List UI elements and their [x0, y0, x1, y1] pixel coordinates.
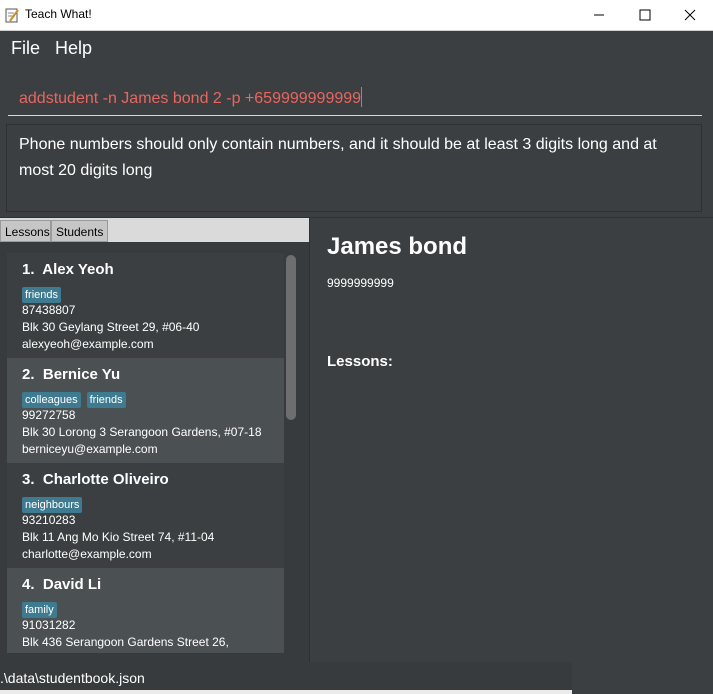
- window-title: Teach What!: [25, 7, 92, 21]
- tag-list: colleagues friends: [22, 388, 132, 408]
- student-name: 3. Charlotte Oliveiro: [22, 471, 169, 488]
- minimize-button[interactable]: [576, 0, 622, 30]
- student-name: 4. David Li: [22, 576, 102, 593]
- tab-students[interactable]: Students: [51, 220, 108, 242]
- student-address: Blk 30 Geylang Street 29, #06-40: [22, 320, 200, 334]
- notepad-pencil-icon: [5, 8, 19, 23]
- tag-list: friends: [22, 283, 67, 303]
- maximize-icon: [639, 9, 651, 21]
- title-bar: Teach What!: [0, 0, 713, 31]
- student-list[interactable]: 1. Alex Yeoh friends 87438807 Blk 30 Gey…: [7, 253, 284, 653]
- student-address: Blk 436 Serangoon Gardens Street 26,: [22, 635, 229, 649]
- student-detail-panel: James bond 9999999999 Lessons:: [310, 218, 713, 662]
- menu-file[interactable]: File: [11, 38, 40, 59]
- tag: neighbours: [22, 497, 83, 513]
- tag-list: neighbours: [22, 493, 88, 513]
- result-display: Phone numbers should only contain number…: [6, 124, 702, 212]
- window-bottom-edge: [0, 690, 572, 694]
- tab-lessons[interactable]: Lessons: [0, 220, 51, 242]
- student-phone: 91031282: [22, 618, 76, 632]
- student-email: berniceyu@example.com: [22, 442, 158, 456]
- tag: friends: [22, 287, 62, 303]
- detail-name: James bond: [327, 233, 468, 260]
- student-phone: 93210283: [22, 513, 76, 527]
- student-name: 2. Bernice Yu: [22, 366, 121, 383]
- command-box: addstudent -n James bond 2 -p +659999999…: [0, 66, 713, 118]
- command-input[interactable]: addstudent -n James bond 2 -p +659999999…: [8, 72, 702, 116]
- student-address: Blk 30 Lorong 3 Serangoon Gardens, #07-1…: [22, 425, 262, 439]
- text-caret: [361, 87, 363, 107]
- student-email: alexyeoh@example.com: [22, 337, 154, 351]
- student-name: 1. Alex Yeoh: [22, 261, 114, 278]
- tag-list: family: [22, 598, 63, 618]
- tag: friends: [86, 392, 126, 408]
- student-email: charlotte@example.com: [22, 547, 152, 561]
- maximize-button[interactable]: [622, 0, 668, 30]
- student-address: Blk 11 Ang Mo Kio Street 74, #11-04: [22, 530, 215, 544]
- list-scrollbar[interactable]: [286, 255, 296, 420]
- menu-help[interactable]: Help: [55, 38, 92, 59]
- close-icon: [684, 9, 696, 21]
- minimize-icon: [594, 14, 604, 16]
- detail-lessons-heading: Lessons:: [327, 353, 393, 370]
- menu-bar: File Help: [0, 31, 713, 66]
- student-card[interactable]: 4. David Li family 91031282 Blk 436 Sera…: [7, 568, 284, 653]
- detail-phone: 9999999999: [327, 276, 394, 290]
- tab-bar: Lessons Students: [0, 218, 309, 242]
- save-location: .\data\studentbook.json: [0, 670, 145, 686]
- student-list-panel: Lessons Students 1. Alex Yeoh friends 87…: [0, 218, 310, 662]
- student-phone: 87438807: [22, 303, 76, 317]
- student-card[interactable]: 3. Charlotte Oliveiro neighbours 9321028…: [7, 463, 284, 568]
- student-card[interactable]: 2. Bernice Yu colleagues friends 99272758…: [7, 358, 284, 463]
- student-card[interactable]: 1. Alex Yeoh friends 87438807 Blk 30 Gey…: [7, 253, 284, 358]
- tag: colleagues: [22, 392, 81, 408]
- status-bar-filler: [572, 662, 713, 694]
- command-text: addstudent -n James bond 2 -p +659999999…: [19, 90, 362, 107]
- tag: family: [22, 602, 57, 618]
- result-message: Phone numbers should only contain number…: [19, 136, 657, 179]
- student-phone: 99272758: [22, 408, 76, 422]
- close-button[interactable]: [667, 0, 713, 30]
